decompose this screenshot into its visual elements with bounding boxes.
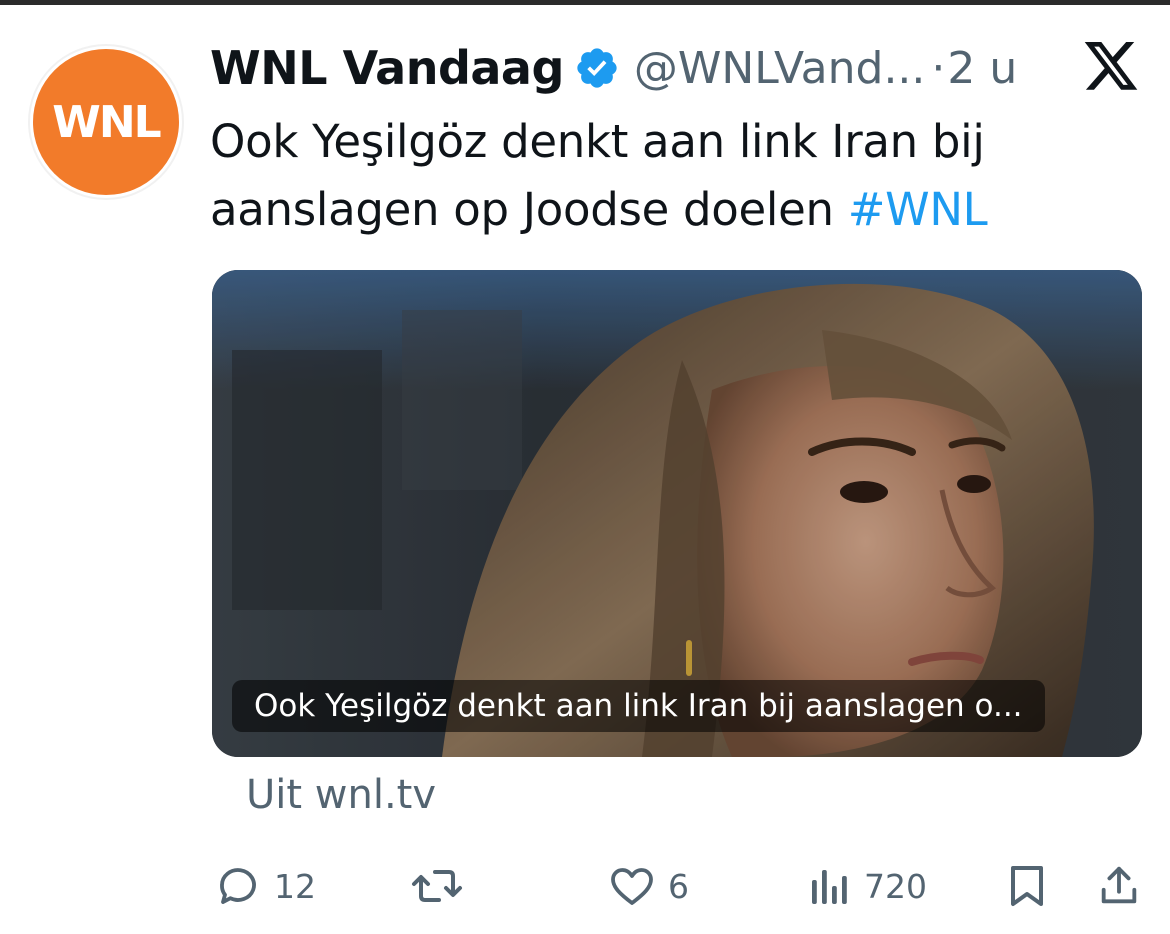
top-divider xyxy=(0,0,1170,5)
share-button[interactable] xyxy=(1096,856,1142,916)
hashtag-link[interactable]: #WNL xyxy=(848,183,988,236)
bookmark-button[interactable] xyxy=(1004,856,1050,916)
handle[interactable]: @WNLVand... xyxy=(634,43,926,94)
x-logo-icon xyxy=(1084,42,1140,92)
avatar-logo: WNL xyxy=(33,49,179,195)
repost-button[interactable] xyxy=(410,856,476,916)
bookmark-icon xyxy=(1004,862,1050,910)
tweet-text: Ook Yeşilgöz denkt aan link Iran bij aan… xyxy=(210,108,1110,244)
avatar[interactable]: WNL xyxy=(30,46,182,198)
like-count: 6 xyxy=(668,866,689,906)
reply-button[interactable]: 12 xyxy=(214,856,316,916)
display-name[interactable]: WNL Vandaag xyxy=(210,41,564,95)
avatar-logo-text: WNL xyxy=(52,96,161,148)
separator-dot: · xyxy=(931,42,946,94)
reply-icon xyxy=(214,862,262,910)
repost-icon xyxy=(410,862,464,910)
card-caption[interactable]: Ook Yeşilgöz denkt aan link Iran bij aan… xyxy=(232,680,1045,732)
views-chart-icon xyxy=(808,862,852,910)
like-button[interactable]: 6 xyxy=(608,856,689,916)
views-count: 720 xyxy=(864,866,927,906)
action-bar: 12 6 720 xyxy=(210,856,1150,916)
views-button[interactable]: 720 xyxy=(808,856,927,916)
card-source-link[interactable]: Uit wnl.tv xyxy=(246,772,436,818)
timestamp[interactable]: 2 u xyxy=(947,43,1017,94)
verified-badge-icon[interactable] xyxy=(574,45,620,91)
heart-icon xyxy=(608,862,656,910)
share-icon xyxy=(1096,862,1142,910)
tweet-header: WNL Vandaag @WNLVand... · 2 u xyxy=(210,38,1017,98)
reply-count: 12 xyxy=(274,866,316,906)
